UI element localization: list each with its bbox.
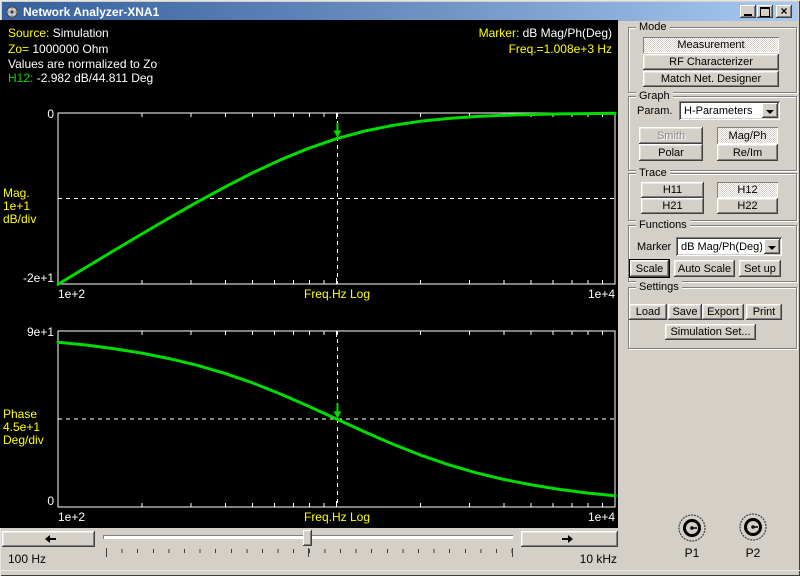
phase-axis-unit-2: 4.5e+1 bbox=[3, 420, 41, 434]
phase-xmin-label: 1e+2 bbox=[58, 510, 86, 524]
display-area bbox=[0, 20, 618, 528]
minimize-icon bbox=[744, 14, 752, 16]
source-label: Source: bbox=[8, 26, 50, 40]
param-dropdown-value: H-Parameters bbox=[684, 104, 753, 117]
polar-button[interactable]: Polar bbox=[639, 144, 703, 161]
export-button[interactable]: Export bbox=[702, 304, 744, 320]
trace-readout: H12: -2.982 dB/44.811 Deg bbox=[8, 71, 153, 85]
reim-button[interactable]: Re/Im bbox=[717, 144, 778, 161]
p1-connector-icon bbox=[678, 514, 706, 542]
phase-xaxis-label: Freq.Hz Log bbox=[303, 510, 371, 524]
param-label: Param. bbox=[637, 105, 673, 117]
mag-axis-unit-1: Mag. bbox=[3, 186, 30, 200]
functions-group-label: Functions bbox=[636, 219, 690, 231]
param-dropdown[interactable]: H-Parameters bbox=[679, 101, 780, 120]
source-value: Simulation bbox=[52, 26, 109, 40]
freq-min-label: 100 Hz bbox=[8, 552, 47, 566]
marker-freq-readout: Freq.=1.008e+3 Hz bbox=[508, 42, 612, 56]
measurement-button[interactable]: Measurement bbox=[643, 37, 779, 53]
graph-group-label: Graph bbox=[636, 90, 673, 102]
phase-xmax-label: 1e+4 bbox=[587, 510, 615, 524]
match-net-designer-button[interactable]: Match Net. Designer bbox=[643, 71, 779, 87]
marker-readout-label: Marker: bbox=[478, 26, 520, 40]
minimize-button[interactable] bbox=[740, 5, 756, 18]
phase-ymax-label: 9e+1 bbox=[26, 325, 54, 339]
phase-axis-unit-3: Deg/div bbox=[3, 433, 44, 447]
mode-group-label: Mode bbox=[636, 21, 670, 33]
smith-button[interactable]: Smith bbox=[639, 127, 703, 144]
h12-button[interactable]: H12 bbox=[717, 182, 778, 198]
p1-label: P1 bbox=[684, 546, 700, 560]
restore-button[interactable] bbox=[757, 5, 773, 18]
scale-button[interactable]: Scale bbox=[630, 260, 669, 277]
normalize-note: Values are normalized to Zo bbox=[8, 57, 158, 71]
marker-readout-value: dB Mag/Ph(Deg) bbox=[522, 26, 612, 40]
close-icon: × bbox=[780, 4, 788, 18]
restore-icon bbox=[760, 6, 770, 17]
chevron-down-icon bbox=[768, 246, 776, 254]
print-button[interactable]: Print bbox=[746, 304, 782, 320]
freq-tick-start bbox=[106, 548, 107, 557]
arrow-right-icon bbox=[562, 535, 577, 543]
p2-connector-icon bbox=[739, 513, 767, 541]
freq-slider-ticks bbox=[106, 549, 513, 553]
settings-group-label: Settings bbox=[636, 281, 682, 293]
magph-button[interactable]: Mag/Ph bbox=[717, 127, 778, 144]
app-icon bbox=[6, 5, 18, 18]
mag-ymax-label: 0 bbox=[47, 107, 54, 121]
arrow-left-icon bbox=[41, 535, 56, 543]
mag-xaxis-label: Freq.Hz Log bbox=[303, 287, 371, 301]
marker-dropdown[interactable]: dB Mag/Ph(Deg) bbox=[676, 237, 782, 256]
titlebar[interactable]: Network Analyzer-XNA1 bbox=[2, 2, 798, 21]
freq-scroll-left-button[interactable] bbox=[2, 531, 95, 547]
freq-max-label: 10 kHz bbox=[579, 552, 617, 566]
marker-readout: Marker: dB Mag/Ph(Deg) bbox=[362, 26, 612, 40]
mag-axis-unit-3: dB/div bbox=[3, 212, 37, 226]
window-title: Network Analyzer-XNA1 bbox=[23, 4, 160, 19]
chevron-down-icon bbox=[766, 110, 774, 118]
load-button[interactable]: Load bbox=[629, 304, 667, 320]
zo-readout: Zo= 1000000 Ohm bbox=[8, 42, 108, 56]
trace-readout-label: H12: bbox=[8, 71, 34, 85]
h22-button[interactable]: H22 bbox=[717, 198, 778, 214]
h21-button[interactable]: H21 bbox=[641, 198, 704, 214]
auto-scale-button[interactable]: Auto Scale bbox=[674, 260, 735, 277]
simulation-set-button[interactable]: Simulation Set... bbox=[665, 324, 756, 340]
set-up-button[interactable]: Set up bbox=[739, 260, 781, 277]
freq-scroll-right-button[interactable] bbox=[521, 531, 618, 547]
mag-xmax-label: 1e+4 bbox=[587, 287, 615, 301]
zo-label: Zo= bbox=[8, 42, 30, 56]
trace-readout-value: -2.982 dB/44.811 Deg bbox=[36, 71, 154, 85]
mag-ymin-label: -2e+1 bbox=[22, 271, 54, 285]
trace-group-label: Trace bbox=[636, 167, 670, 179]
freq-slider-thumb[interactable] bbox=[303, 530, 312, 546]
source-readout: Source: Simulation bbox=[8, 26, 109, 40]
phase-axis-unit-1: Phase bbox=[3, 407, 38, 421]
network-analyzer-window: Network Analyzer-XNA1 × Source: Simulati… bbox=[0, 0, 800, 576]
freq-tick-middle bbox=[308, 548, 309, 557]
marker-dropdown-value: dB Mag/Ph(Deg) bbox=[681, 240, 762, 253]
marker-label: Marker bbox=[637, 241, 672, 253]
bottom-frame-highlight bbox=[0, 570, 800, 571]
param-dropdown-button[interactable] bbox=[762, 103, 778, 118]
freq-tick-end bbox=[512, 548, 513, 557]
close-button[interactable]: × bbox=[776, 5, 792, 18]
zo-value: 1000000 Ohm bbox=[32, 42, 109, 56]
marker-dropdown-button[interactable] bbox=[764, 239, 780, 254]
save-button[interactable]: Save bbox=[668, 304, 702, 320]
phase-ymin-label: 0 bbox=[47, 494, 54, 508]
p2-label: P2 bbox=[745, 546, 761, 560]
mag-axis-unit-2: 1e+1 bbox=[3, 199, 31, 213]
mag-xmin-label: 1e+2 bbox=[58, 287, 86, 301]
h11-button[interactable]: H11 bbox=[641, 182, 704, 198]
rf-characterizer-button[interactable]: RF Characterizer bbox=[643, 54, 779, 70]
